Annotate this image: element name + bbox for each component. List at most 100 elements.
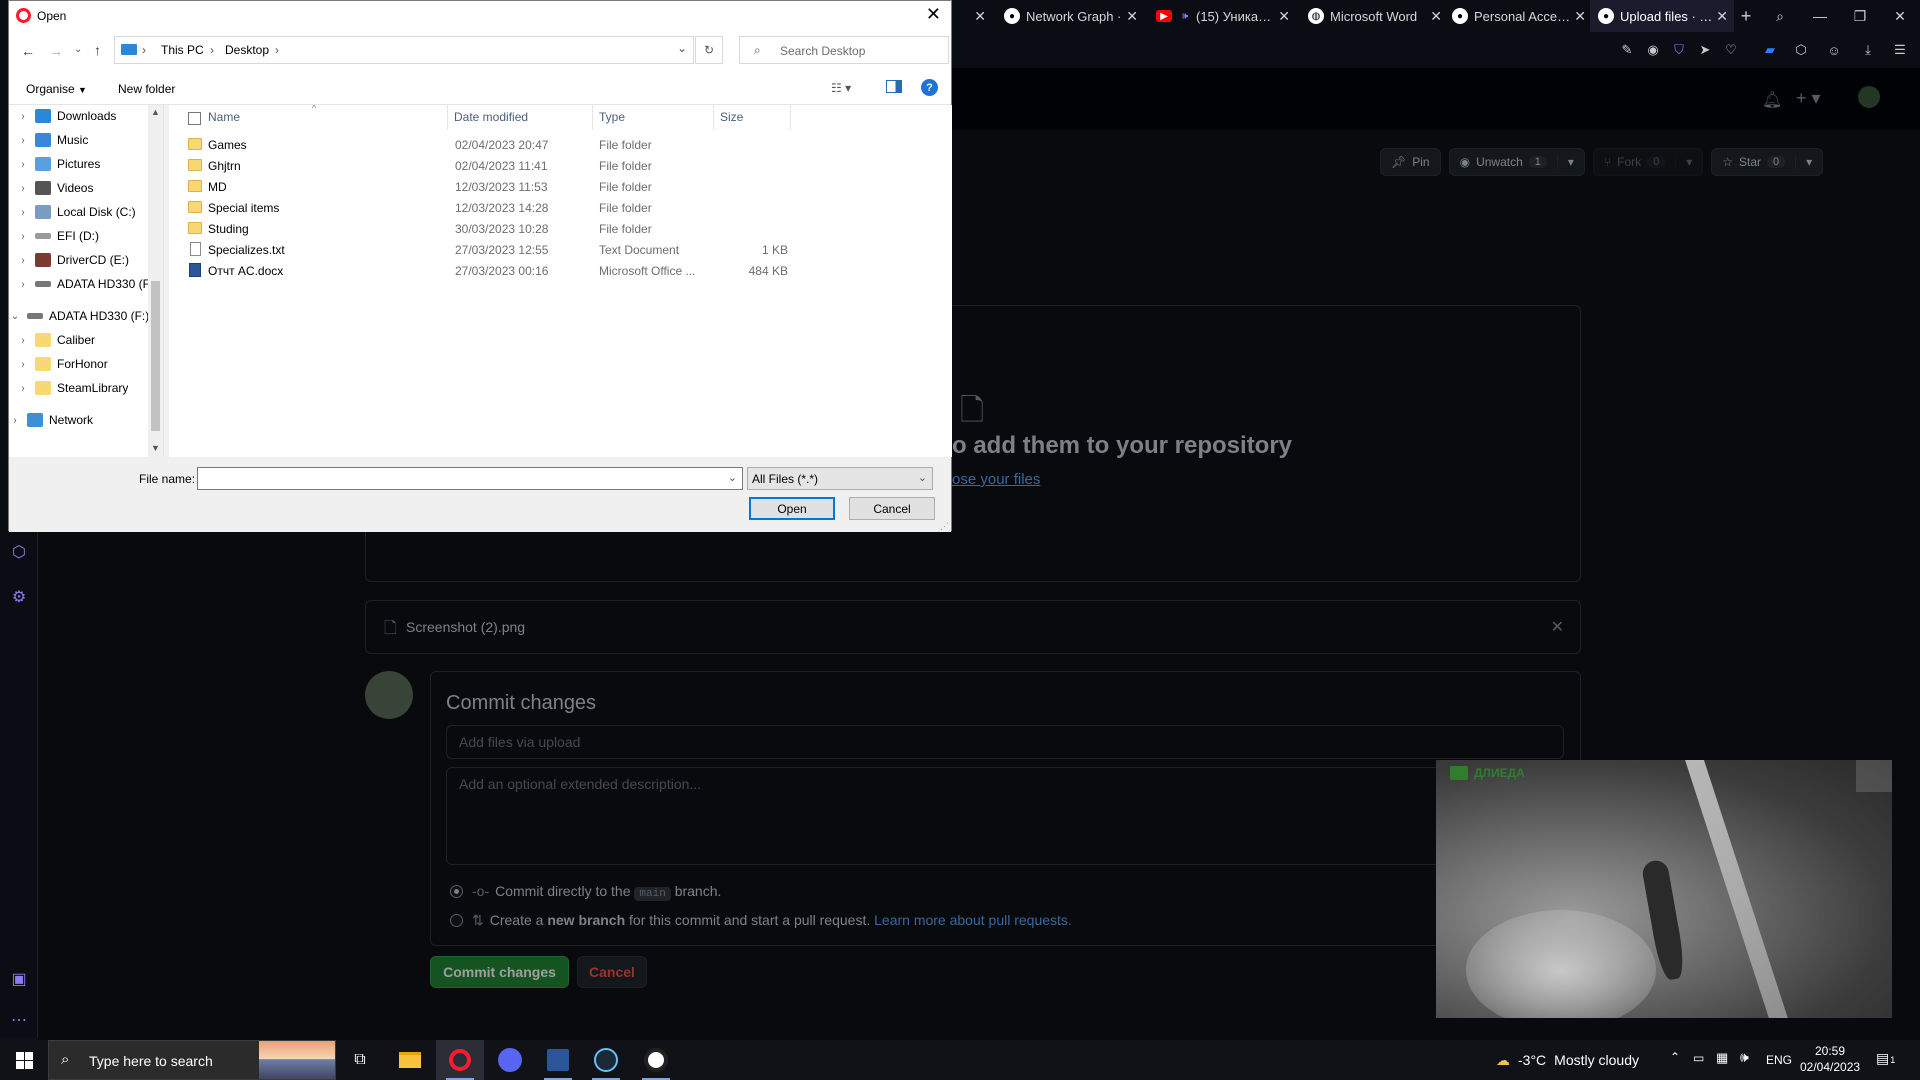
column-header-size[interactable]: Size	[714, 105, 791, 130]
nav-item-music[interactable]: › Music	[9, 129, 163, 151]
nav-item-videos[interactable]: › Videos	[9, 177, 163, 199]
nav-item-efi-d[interactable]: › EFI (D:)	[9, 225, 163, 247]
cube-icon[interactable]: ⬡	[1791, 40, 1811, 60]
close-tab-icon[interactable]: ✕	[1278, 8, 1290, 25]
nav-scrollbar[interactable]: ▲ ▼	[148, 105, 163, 457]
account-icon[interactable]: ☺	[1824, 40, 1844, 60]
wallet-icon[interactable]: ▰	[1760, 40, 1780, 60]
vpn-shield-icon[interactable]: ⛉	[1669, 40, 1689, 60]
column-header-type[interactable]: Type	[593, 105, 714, 130]
window-close-icon[interactable]: ✕	[1880, 0, 1920, 32]
chevron-right-icon[interactable]: ›	[17, 359, 29, 370]
chevron-right-icon[interactable]: ›	[17, 183, 29, 194]
chevron-expanded-icon[interactable]: ⌄	[9, 311, 21, 322]
chevron-right-icon[interactable]: ›	[9, 415, 21, 426]
nav-item-forhonor[interactable]: › ForHonor	[9, 353, 163, 375]
file-row[interactable]: Special items 12/03/2023 14:28 File folder	[169, 198, 769, 218]
dialog-close-icon[interactable]: ✕	[926, 4, 941, 25]
chevron-right-icon[interactable]: ›	[17, 207, 29, 218]
close-tab-icon[interactable]: ✕	[1574, 8, 1586, 25]
scroll-down-icon[interactable]: ▼	[151, 443, 160, 453]
file-row[interactable]: Specializes.txt 27/03/2023 12:55 Text Docu…	[169, 240, 788, 260]
resize-grip-icon[interactable]: ⋰	[940, 521, 949, 532]
gallery-icon[interactable]: ▣	[9, 969, 29, 989]
minimize-icon[interactable]: —	[1800, 0, 1840, 32]
nav-item-network[interactable]: › Network	[9, 409, 163, 431]
battery-icon[interactable]: ▭	[1693, 1051, 1704, 1065]
file-row[interactable]: Ghjtrn 02/04/2023 11:41 File folder	[169, 156, 769, 176]
file-row[interactable]: Отчт AC.docx 27/03/2023 00:16 Microsoft Of…	[169, 261, 788, 281]
browser-tab[interactable]: ● Network Graph · ✕	[996, 0, 1144, 32]
chevron-down-icon[interactable]: ⌄	[728, 471, 737, 484]
restore-icon[interactable]: ❐	[1840, 0, 1880, 32]
show-hidden-icons-chevron[interactable]: ⌃	[1670, 1050, 1680, 1064]
browser-tab[interactable]: ● Personal Access T ✕	[1444, 0, 1592, 32]
address-bar[interactable]: › This PC › Desktop › ⌄	[114, 36, 694, 64]
browser-tab[interactable]: ◍ Microsoft Word ✕	[1300, 0, 1448, 32]
file-explorer-icon[interactable]	[386, 1040, 434, 1080]
chevron-down-icon[interactable]: ⌄	[918, 471, 927, 484]
chevron-right-icon[interactable]: ›	[17, 335, 29, 346]
file-type-select[interactable]: All Files (*.*) ⌄	[747, 467, 933, 490]
close-tab-icon[interactable]: ✕	[1716, 8, 1728, 25]
cube-icon[interactable]: ⬡	[9, 542, 29, 562]
nav-item-drivercd-e[interactable]: › DriverCD (E:)	[9, 249, 163, 271]
download-icon[interactable]: ⤓	[1858, 40, 1878, 60]
nav-item-local-disk-c[interactable]: › Local Disk (C:)	[9, 201, 163, 223]
nav-item-steamlibrary[interactable]: › SteamLibrary	[9, 377, 163, 399]
file-name-combobox[interactable]: ⌄	[197, 467, 743, 490]
scroll-thumb[interactable]	[151, 281, 160, 431]
heart-icon[interactable]: ♡	[1721, 40, 1741, 60]
more-icon[interactable]: ⋯	[9, 1010, 29, 1030]
recent-chevron-icon[interactable]: ⌄	[74, 44, 82, 55]
scroll-up-icon[interactable]: ▲	[151, 107, 160, 117]
preview-pane-icon[interactable]	[886, 80, 902, 93]
new-folder-button[interactable]: New folder	[118, 82, 175, 96]
input-language[interactable]: ENG	[1766, 1053, 1792, 1067]
menu-icon[interactable]: ☰	[1890, 40, 1910, 60]
nav-item-pictures[interactable]: › Pictures	[9, 153, 163, 175]
volume-icon[interactable]: 🕪	[1740, 1049, 1749, 1066]
picture-in-picture-video[interactable]: ДЛИЕДА	[1436, 760, 1892, 1018]
help-icon[interactable]: ?	[921, 79, 938, 96]
nav-item-adata-f-child[interactable]: › ADATA HD330 (F	[9, 273, 163, 295]
new-tab-button[interactable]: +	[1728, 0, 1764, 32]
start-button[interactable]	[0, 1040, 48, 1080]
nav-item-adata-f[interactable]: ⌄ ADATA HD330 (F:)	[9, 305, 163, 327]
task-view-icon[interactable]: ⧉	[336, 1040, 384, 1080]
discord-taskbar-icon[interactable]	[486, 1040, 534, 1080]
chevron-right-icon[interactable]: ›	[17, 159, 29, 170]
open-button[interactable]: Open	[749, 497, 835, 520]
network-tray-icon[interactable]: ▦	[1716, 1050, 1728, 1066]
steam-taskbar-icon[interactable]	[582, 1040, 630, 1080]
notification-center-icon[interactable]: ▤1	[1876, 1050, 1895, 1067]
cancel-button[interactable]: Cancel	[849, 497, 935, 520]
speaker-icon[interactable]: 🕪	[1178, 8, 1192, 24]
back-arrow-icon[interactable]: ←	[21, 43, 35, 59]
column-header-name[interactable]: Name	[202, 105, 448, 130]
file-row[interactable]: MD 12/03/2023 11:53 File folder	[169, 177, 769, 197]
select-all-checkbox[interactable]	[188, 112, 201, 125]
settings-gear-icon[interactable]: ⚙	[9, 587, 29, 607]
nav-item-caliber[interactable]: › Caliber	[9, 329, 163, 351]
breadcrumb-desktop[interactable]: Desktop	[225, 43, 269, 57]
chevron-right-icon[interactable]: ›	[17, 279, 29, 290]
chevron-right-icon[interactable]: ›	[17, 111, 29, 122]
opera-taskbar-icon[interactable]	[436, 1040, 484, 1080]
file-row[interactable]: Games 02/04/2023 20:47 File folder	[169, 135, 769, 155]
obs-taskbar-icon[interactable]	[632, 1040, 680, 1080]
view-options-icon[interactable]: ☷ ▾	[831, 81, 851, 95]
refresh-button[interactable]: ↻	[695, 36, 723, 64]
snapshot-icon[interactable]: ◉	[1643, 40, 1663, 60]
browser-tab[interactable]: ▶ 🕪 (15) Уникальн ✕	[1148, 0, 1296, 32]
file-row[interactable]: Studing 30/03/2023 10:28 File folder	[169, 219, 769, 239]
browser-tab-active[interactable]: ● Upload files · The ✕	[1590, 0, 1734, 32]
chevron-right-icon[interactable]: ›	[17, 231, 29, 242]
taskbar-search-box[interactable]: ⌕ Type here to search	[48, 1040, 336, 1080]
close-tab-icon[interactable]: ✕	[1430, 8, 1442, 25]
address-dropdown-icon[interactable]: ⌄	[677, 41, 687, 55]
send-icon[interactable]: ➤	[1695, 40, 1715, 60]
file-name-input[interactable]	[198, 468, 718, 489]
word-taskbar-icon[interactable]	[534, 1040, 582, 1080]
chevron-right-icon[interactable]: ›	[17, 383, 29, 394]
